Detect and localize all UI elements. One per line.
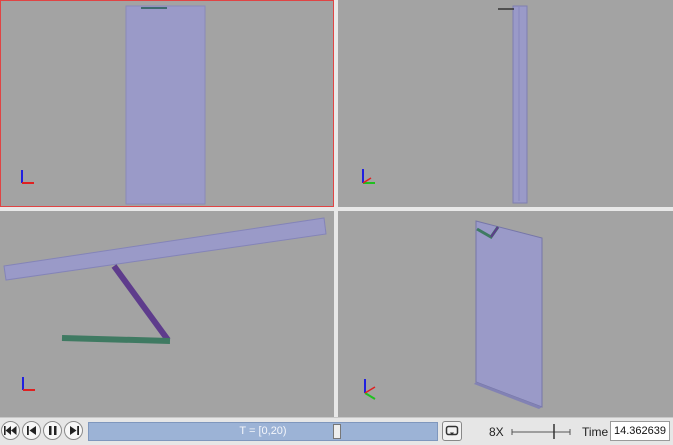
skip-to-start-button[interactable] [1,421,20,440]
axis-triad-icon [22,377,35,391]
viewport-bottom-left[interactable] [0,211,334,417]
scene-bottom-left [3,217,327,391]
plate-body [125,5,206,205]
time-label: Time [582,425,609,439]
link-purple [111,264,171,342]
axis-triad-icon [362,169,375,184]
viewport-top-left[interactable] [0,0,334,207]
playback-toolbar: T = [0,20) 8X Time 14.362639 [0,417,673,445]
scene-top-right [362,5,528,204]
scene-bottom-right [364,220,543,409]
loop-icon [445,425,459,436]
timeline-thumb[interactable] [333,424,341,439]
axis-triad-icon [364,379,376,400]
plate-body [3,217,327,281]
pause-button[interactable] [43,421,62,440]
viewport-top-right[interactable] [338,0,673,207]
timeline-label: T = [0,20) [239,425,287,437]
viewport-divider-horizontal[interactable] [0,207,673,211]
time-field[interactable]: 14.362639 [610,421,670,441]
loop-button[interactable] [442,421,462,441]
step-forward-button[interactable] [64,421,83,440]
playback-speed-label: 8X [489,425,504,439]
link-green [61,335,171,344]
axis-triad-icon [21,170,34,184]
viewport-bottom-right[interactable] [338,211,673,417]
timeline-slider[interactable]: T = [0,20) [88,422,438,441]
step-back-button[interactable] [22,421,41,440]
step-forward-icon [69,426,79,435]
plate-edge [512,5,528,204]
pause-icon [48,426,56,435]
plate-body [475,220,543,408]
scene-top-left [21,5,206,205]
step-back-icon [26,426,36,435]
skip-to-start-icon [4,426,17,435]
playback-speed-slider[interactable] [510,421,572,442]
